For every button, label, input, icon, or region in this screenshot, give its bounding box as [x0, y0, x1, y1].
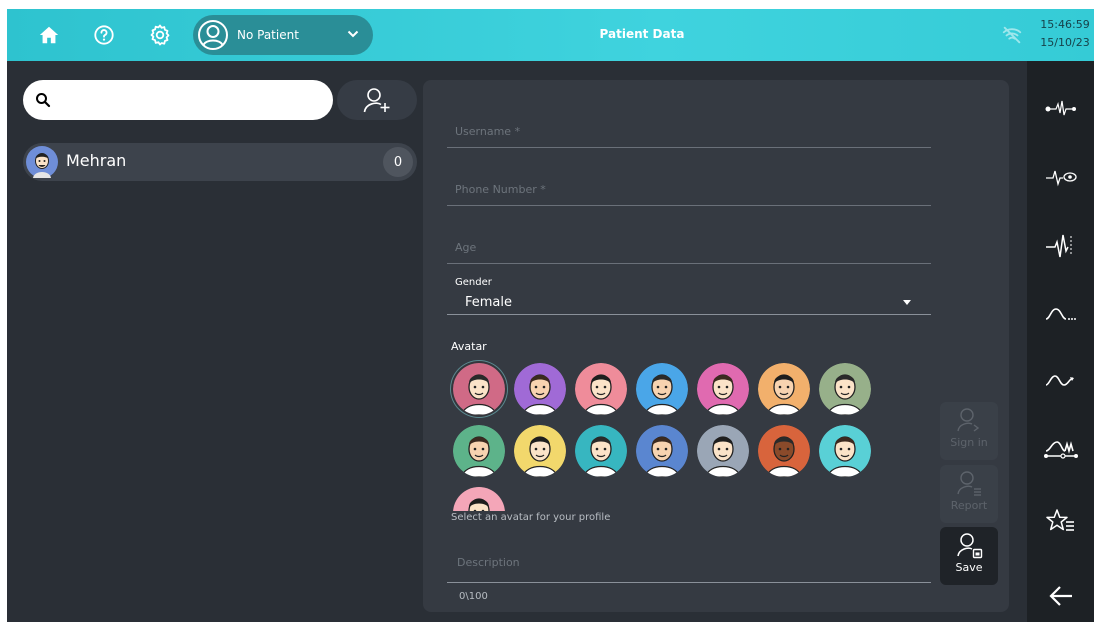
description-placeholder: Description — [457, 556, 520, 569]
gender-value: Female — [465, 295, 513, 310]
user-circle-icon — [198, 20, 228, 50]
avatar-option[interactable] — [697, 363, 749, 415]
search-icon — [36, 93, 51, 108]
avatar-option[interactable] — [819, 363, 871, 415]
patient-avatar — [26, 146, 58, 178]
ecg-probe-icon[interactable] — [1041, 93, 1081, 123]
report-button[interactable]: Report — [940, 465, 998, 523]
search-box[interactable] — [23, 80, 333, 120]
username-field[interactable]: Username * — [447, 116, 931, 148]
back-arrow-icon[interactable] — [1041, 581, 1081, 611]
avatar-option[interactable] — [453, 363, 505, 415]
avatar-option[interactable] — [758, 425, 810, 477]
avatar-option[interactable] — [514, 425, 566, 477]
wave-arrow-icon[interactable] — [1041, 366, 1081, 396]
search-input[interactable] — [61, 88, 321, 112]
gender-underline — [447, 314, 931, 315]
age-placeholder: Age — [455, 241, 477, 254]
caret-down-icon — [903, 300, 911, 305]
user-report-icon — [957, 471, 981, 496]
page-title: Patient Data — [599, 27, 685, 41]
clock-date: 15/10/23 — [1040, 36, 1090, 49]
phone-number-field[interactable]: Phone Number * — [447, 174, 931, 206]
patient-form: Username * Phone Number * Age Gender Fem… — [423, 80, 1009, 612]
wave-chain-icon[interactable] — [1041, 435, 1081, 465]
app-window: No Patient Patient Data 15:46:59 15/10/2… — [7, 9, 1094, 622]
avatar-hint: Select an avatar for your profile — [451, 512, 611, 523]
ecg-peak-icon[interactable] — [1041, 231, 1081, 261]
gender-label: Gender — [455, 277, 492, 288]
save-label: Save — [955, 561, 983, 574]
add-user-icon — [363, 88, 390, 113]
avatar-option[interactable] — [636, 363, 688, 415]
wifi-off-icon — [1001, 24, 1023, 46]
avatar-option[interactable] — [697, 425, 749, 477]
phone-number-placeholder: Phone Number * — [455, 183, 546, 196]
ecg-eye-icon[interactable] — [1041, 162, 1081, 192]
username-placeholder: Username * — [455, 125, 521, 138]
avatar-option[interactable] — [758, 363, 810, 415]
avatar-label: Avatar — [451, 340, 487, 353]
header-bar: No Patient Patient Data 15:46:59 15/10/2… — [7, 9, 1094, 61]
sign-in-button[interactable]: Sign in — [940, 402, 998, 460]
gear-icon[interactable] — [148, 23, 172, 47]
patient-list-item[interactable]: Mehran 0 — [23, 143, 417, 181]
description-field[interactable] — [447, 582, 931, 583]
save-button[interactable]: Save — [940, 527, 998, 585]
avatar-option[interactable] — [575, 363, 627, 415]
avatar-option[interactable] — [636, 425, 688, 477]
patient-name: Mehran — [66, 151, 127, 170]
patient-selector-value: No Patient — [237, 28, 299, 42]
patient-selector[interactable]: No Patient — [193, 15, 373, 55]
clock: 15:46:59 15/10/23 — [1037, 16, 1093, 52]
user-save-icon — [957, 533, 983, 559]
patient-count-badge: 0 — [383, 147, 413, 177]
avatar-option[interactable] — [514, 363, 566, 415]
description-counter: 0\100 — [459, 591, 488, 602]
wave-dots-icon[interactable] — [1041, 299, 1081, 329]
avatar-option[interactable] — [453, 487, 505, 511]
avatar-option[interactable] — [575, 425, 627, 477]
chevron-down-icon — [347, 30, 359, 41]
clock-time: 15:46:59 — [1040, 18, 1090, 31]
star-list-icon[interactable] — [1041, 506, 1081, 536]
right-rail — [1027, 61, 1094, 622]
user-sign-in-icon — [957, 408, 980, 432]
sign-in-label: Sign in — [950, 436, 988, 449]
add-patient-button[interactable] — [337, 80, 417, 120]
avatar-option[interactable] — [819, 425, 871, 477]
avatar-option[interactable] — [453, 425, 505, 477]
report-label: Report — [950, 499, 988, 512]
home-icon[interactable] — [37, 23, 61, 47]
help-icon[interactable] — [92, 23, 116, 47]
age-field[interactable]: Age — [447, 232, 931, 264]
